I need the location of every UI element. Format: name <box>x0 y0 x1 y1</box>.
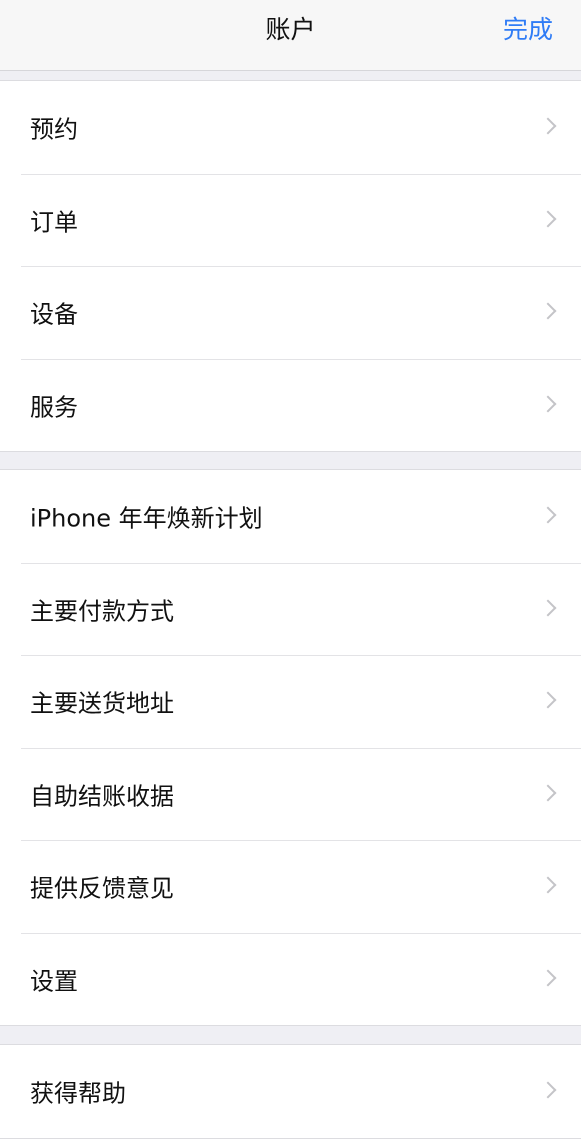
chevron-right-icon <box>539 210 557 228</box>
list-item-label: iPhone 年年焕新计划 <box>30 504 263 533</box>
chevron-right-icon <box>539 117 557 135</box>
list-item-payment-method[interactable]: 主要付款方式 <box>0 562 581 656</box>
list-item-label: 预约 <box>30 115 78 144</box>
chevron-right-icon <box>539 302 557 320</box>
chevron-right-icon <box>539 969 557 987</box>
chevron-right-icon <box>539 784 557 802</box>
chevron-right-icon <box>539 876 557 894</box>
list-item-settings[interactable]: 设置 <box>0 932 581 1026</box>
chevron-right-icon <box>539 506 557 524</box>
list-item-self-checkout-receipts[interactable]: 自助结账收据 <box>0 747 581 841</box>
chevron-right-icon <box>539 599 557 617</box>
list-item-services[interactable]: 服务 <box>0 358 581 452</box>
list-item-label: 自助结账收据 <box>30 782 174 811</box>
list-item-appointments[interactable]: 预约 <box>0 81 581 174</box>
list-item-devices[interactable]: 设备 <box>0 266 581 359</box>
account-section-1: 预约 订单 设备 服务 <box>0 80 581 452</box>
list-item-label: 主要送货地址 <box>30 689 174 718</box>
list-item-label: 服务 <box>30 393 78 422</box>
account-section-3: 获得帮助 <box>0 1044 581 1139</box>
list-item-label: 设备 <box>30 300 78 329</box>
list-item-feedback[interactable]: 提供反馈意见 <box>0 840 581 933</box>
list-item-orders[interactable]: 订单 <box>0 173 581 267</box>
done-button[interactable]: 完成 <box>503 10 553 46</box>
chevron-right-icon <box>539 395 557 413</box>
page-title: 账户 <box>265 15 316 44</box>
chevron-right-icon <box>539 1081 557 1099</box>
list-item-iphone-upgrade-program[interactable]: iPhone 年年焕新计划 <box>0 470 581 563</box>
list-item-shipping-address[interactable]: 主要送货地址 <box>0 655 581 748</box>
list-item-label: 订单 <box>30 208 78 237</box>
chevron-right-icon <box>539 691 557 709</box>
list-item-label: 提供反馈意见 <box>30 874 174 903</box>
list-item-label: 设置 <box>30 967 78 996</box>
account-section-2: iPhone 年年焕新计划 主要付款方式 主要送货地址 自助结账收据 提供反馈意… <box>0 469 581 1026</box>
list-item-label: 主要付款方式 <box>30 597 174 626</box>
list-item-label: 获得帮助 <box>30 1079 126 1108</box>
navigation-bar: 账户 完成 <box>0 0 581 71</box>
